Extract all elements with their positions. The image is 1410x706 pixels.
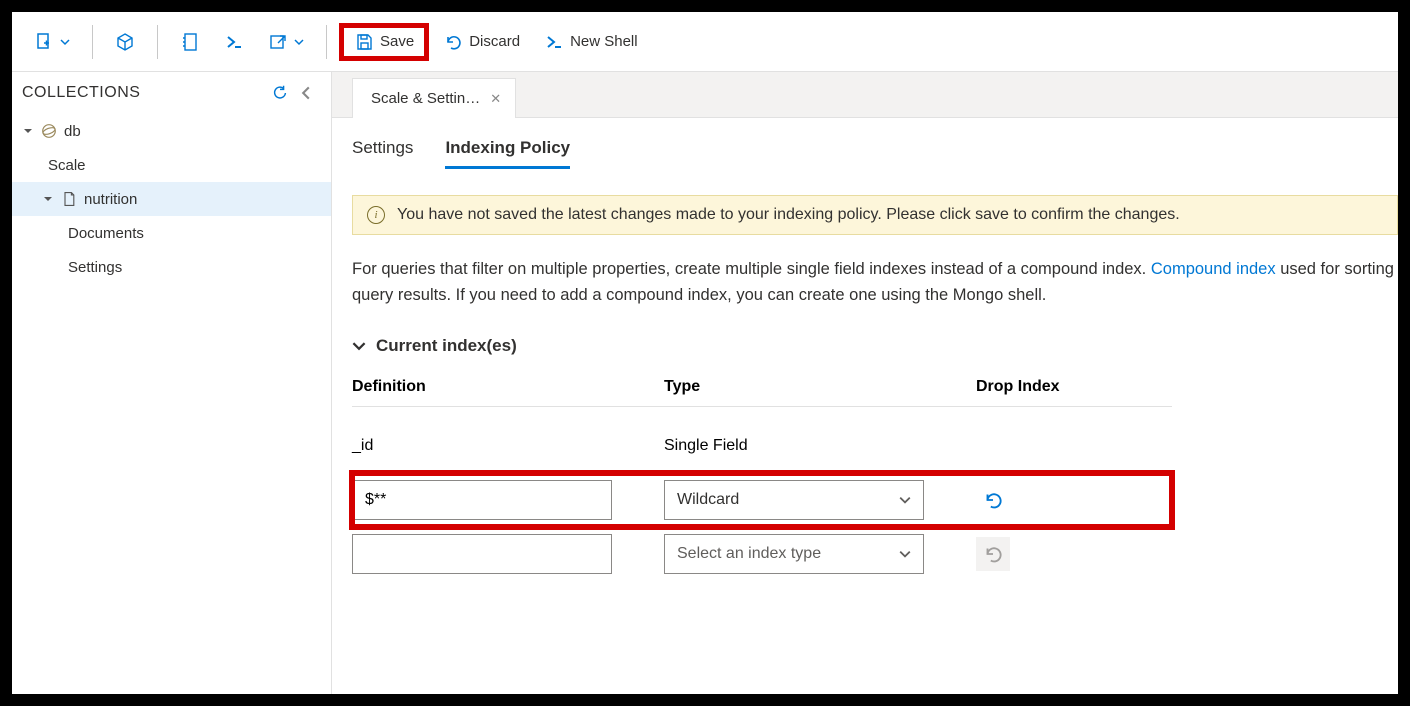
undo-icon bbox=[982, 489, 1004, 511]
tab-scale-settings[interactable]: Scale & Settin… ✕ bbox=[352, 78, 516, 118]
discard-button[interactable]: Discard bbox=[433, 23, 530, 61]
index-row: _id Single Field bbox=[352, 419, 1172, 473]
col-drop: Drop Index bbox=[976, 378, 1106, 396]
sidebar: COLLECTIONS bbox=[12, 72, 332, 694]
database-icon bbox=[40, 122, 58, 140]
select-placeholder: Select an index type bbox=[677, 545, 821, 563]
notebook-button[interactable] bbox=[170, 23, 210, 61]
compound-index-link[interactable]: Compound index bbox=[1151, 260, 1276, 278]
current-indexes-header[interactable]: Current index(es) bbox=[352, 336, 1398, 356]
index-type-value: Single Field bbox=[664, 437, 944, 455]
undo-icon bbox=[443, 32, 463, 52]
refresh-icon bbox=[271, 84, 289, 102]
chevron-down-icon bbox=[60, 37, 70, 47]
tree-label: db bbox=[64, 123, 81, 140]
tab-label: Scale & Settin… bbox=[371, 90, 480, 107]
index-table-header: Definition Type Drop Index bbox=[352, 378, 1172, 407]
index-definition-input[interactable] bbox=[352, 534, 612, 574]
tree-label: Settings bbox=[68, 259, 122, 276]
chevron-down-icon bbox=[352, 339, 366, 353]
shell-prompt-button[interactable] bbox=[214, 23, 254, 61]
toolbar-separator bbox=[157, 25, 158, 59]
inner-tab-indexing-policy[interactable]: Indexing Policy bbox=[445, 138, 570, 169]
prompt-icon bbox=[544, 32, 564, 52]
workspace: COLLECTIONS bbox=[12, 72, 1398, 694]
cube-button[interactable] bbox=[105, 23, 145, 61]
index-definition-value: _id bbox=[352, 437, 632, 455]
close-icon[interactable]: ✕ bbox=[490, 91, 501, 107]
share-icon bbox=[268, 32, 288, 52]
discard-label: Discard bbox=[469, 33, 520, 50]
index-row-highlighted: Wildcard bbox=[352, 473, 1172, 527]
chevron-down-icon bbox=[42, 194, 54, 204]
index-type-select[interactable]: Select an index type bbox=[664, 534, 924, 574]
description-text: For queries that filter on multiple prop… bbox=[352, 257, 1398, 308]
collapse-sidebar-button[interactable] bbox=[293, 80, 319, 106]
tree-item-db[interactable]: db bbox=[12, 114, 331, 148]
share-button[interactable] bbox=[258, 23, 314, 61]
chevron-down-icon bbox=[22, 126, 34, 136]
save-label: Save bbox=[380, 33, 414, 50]
tree-label: nutrition bbox=[84, 191, 137, 208]
new-shell-button[interactable]: New Shell bbox=[534, 23, 648, 61]
sidebar-header: COLLECTIONS bbox=[12, 72, 331, 110]
drop-index-button-disabled bbox=[976, 537, 1010, 571]
tree-item-nutrition[interactable]: nutrition bbox=[12, 182, 331, 216]
toolbar-separator bbox=[92, 25, 93, 59]
chevron-down-icon bbox=[899, 548, 911, 560]
chevron-left-icon bbox=[299, 86, 313, 100]
index-definition-input[interactable] bbox=[352, 480, 612, 520]
chevron-down-icon bbox=[899, 494, 911, 506]
info-icon: i bbox=[367, 206, 385, 224]
save-button[interactable]: Save bbox=[339, 23, 429, 61]
toolbar: Save Discard New Shell bbox=[12, 12, 1398, 72]
document-icon bbox=[60, 191, 78, 207]
notebook-icon bbox=[180, 32, 200, 52]
content-area: Settings Indexing Policy i You have not … bbox=[332, 118, 1398, 694]
tree-item-scale[interactable]: Scale bbox=[12, 148, 331, 182]
sidebar-title: COLLECTIONS bbox=[22, 84, 267, 102]
tree-item-settings[interactable]: Settings bbox=[12, 250, 331, 284]
tree: db Scale nutrition bbox=[12, 110, 331, 284]
index-row: Select an index type bbox=[352, 527, 1172, 581]
desc-part1: For queries that filter on multiple prop… bbox=[352, 260, 1151, 278]
prompt-icon bbox=[224, 32, 244, 52]
app-root: Save Discard New Shell COLLECTIONS bbox=[12, 12, 1398, 694]
toolbar-separator bbox=[326, 25, 327, 59]
new-item-icon bbox=[34, 32, 54, 52]
save-icon bbox=[354, 32, 374, 52]
alert-text: You have not saved the latest changes ma… bbox=[397, 206, 1180, 224]
tabstrip: Scale & Settin… ✕ bbox=[332, 72, 1398, 118]
unsaved-changes-alert: i You have not saved the latest changes … bbox=[352, 195, 1398, 235]
new-button[interactable] bbox=[24, 23, 80, 61]
refresh-button[interactable] bbox=[267, 80, 293, 106]
inner-tab-settings[interactable]: Settings bbox=[352, 138, 413, 169]
chevron-down-icon bbox=[294, 37, 304, 47]
inner-tabs: Settings Indexing Policy bbox=[352, 138, 1398, 169]
cube-icon bbox=[115, 32, 135, 52]
index-type-select[interactable]: Wildcard bbox=[664, 480, 924, 520]
tree-item-documents[interactable]: Documents bbox=[12, 216, 331, 250]
col-definition: Definition bbox=[352, 378, 632, 396]
tree-label: Scale bbox=[48, 157, 86, 174]
new-shell-label: New Shell bbox=[570, 33, 638, 50]
drop-index-button[interactable] bbox=[976, 483, 1010, 517]
select-value: Wildcard bbox=[677, 491, 739, 509]
tree-label: Documents bbox=[68, 225, 144, 242]
col-type: Type bbox=[664, 378, 944, 396]
undo-icon bbox=[982, 543, 1004, 565]
section-title: Current index(es) bbox=[376, 336, 517, 356]
main-panel: Scale & Settin… ✕ Settings Indexing Poli… bbox=[332, 72, 1398, 694]
